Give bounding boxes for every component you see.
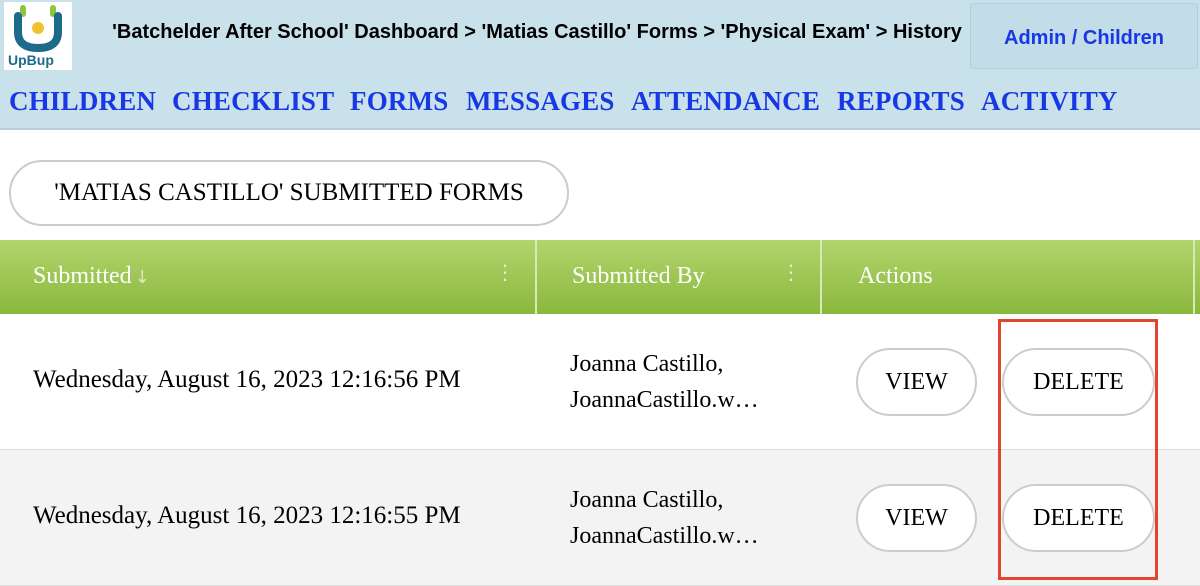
- top-bar: UpBup 'Batchelder After School' Dashboar…: [0, 0, 1200, 72]
- logo-text: UpBup: [8, 52, 54, 68]
- nav-activity[interactable]: ACTIVITY: [981, 86, 1118, 117]
- upbup-logo[interactable]: UpBup: [4, 2, 72, 70]
- upbup-logo-icon: [14, 5, 62, 52]
- breadcrumb: 'Batchelder After School' Dashboard > 'M…: [112, 21, 962, 43]
- admin-menu[interactable]: Admin / Children: [970, 3, 1198, 69]
- column-header-submitted-by[interactable]: Submitted By: [572, 240, 705, 314]
- column-submitted-label: Submitted: [33, 263, 132, 289]
- column-menu-icon[interactable]: ⋮: [781, 260, 801, 284]
- view-button[interactable]: VIEW: [856, 348, 977, 416]
- column-header-actions: Actions: [858, 263, 933, 289]
- view-button[interactable]: VIEW: [856, 484, 977, 552]
- column-divider[interactable]: [1193, 240, 1195, 314]
- delete-button[interactable]: DELETE: [1002, 484, 1155, 552]
- column-divider[interactable]: [820, 240, 822, 314]
- nav-messages[interactable]: MESSAGES: [466, 86, 615, 117]
- column-menu-icon[interactable]: ⋮: [495, 260, 515, 284]
- column-divider[interactable]: [535, 240, 537, 314]
- table-row: Wednesday, August 16, 2023 12:16:55 PM J…: [0, 450, 1200, 586]
- submitter-email: JoannaCastillo.w…: [570, 523, 759, 549]
- main-nav: CHILDREN CHECKLIST FORMS MESSAGES ATTEND…: [0, 72, 1200, 130]
- column-header-submitted[interactable]: Submitted ↓: [33, 240, 150, 314]
- submitted-date: Wednesday, August 16, 2023 12:16:56 PM: [33, 366, 461, 393]
- submitter-name: Joanna Castillo,: [570, 487, 724, 513]
- page-title: 'MATIAS CASTILLO' SUBMITTED FORMS: [9, 160, 569, 226]
- nav-checklist[interactable]: CHECKLIST: [172, 86, 334, 117]
- submitter-name: Joanna Castillo,: [570, 351, 724, 377]
- submitted-date: Wednesday, August 16, 2023 12:16:55 PM: [33, 502, 461, 529]
- nav-children[interactable]: CHILDREN: [9, 86, 156, 117]
- nav-attendance[interactable]: ATTENDANCE: [631, 86, 820, 117]
- nav-reports[interactable]: REPORTS: [837, 86, 965, 117]
- admin-children-link[interactable]: Admin / Children: [971, 27, 1197, 50]
- nav-forms[interactable]: FORMS: [350, 86, 449, 117]
- submitter-email: JoannaCastillo.w…: [570, 387, 759, 413]
- submitted-by: Joanna Castillo, JoannaCastillo.w…: [570, 346, 759, 418]
- table-row: Wednesday, August 16, 2023 12:16:56 PM J…: [0, 314, 1200, 450]
- submitted-by: Joanna Castillo, JoannaCastillo.w…: [570, 482, 759, 554]
- table-header: Submitted ↓ ⋮ Submitted By ⋮ Actions: [0, 240, 1200, 314]
- sort-down-icon: ↓: [134, 267, 150, 288]
- delete-button[interactable]: DELETE: [1002, 348, 1155, 416]
